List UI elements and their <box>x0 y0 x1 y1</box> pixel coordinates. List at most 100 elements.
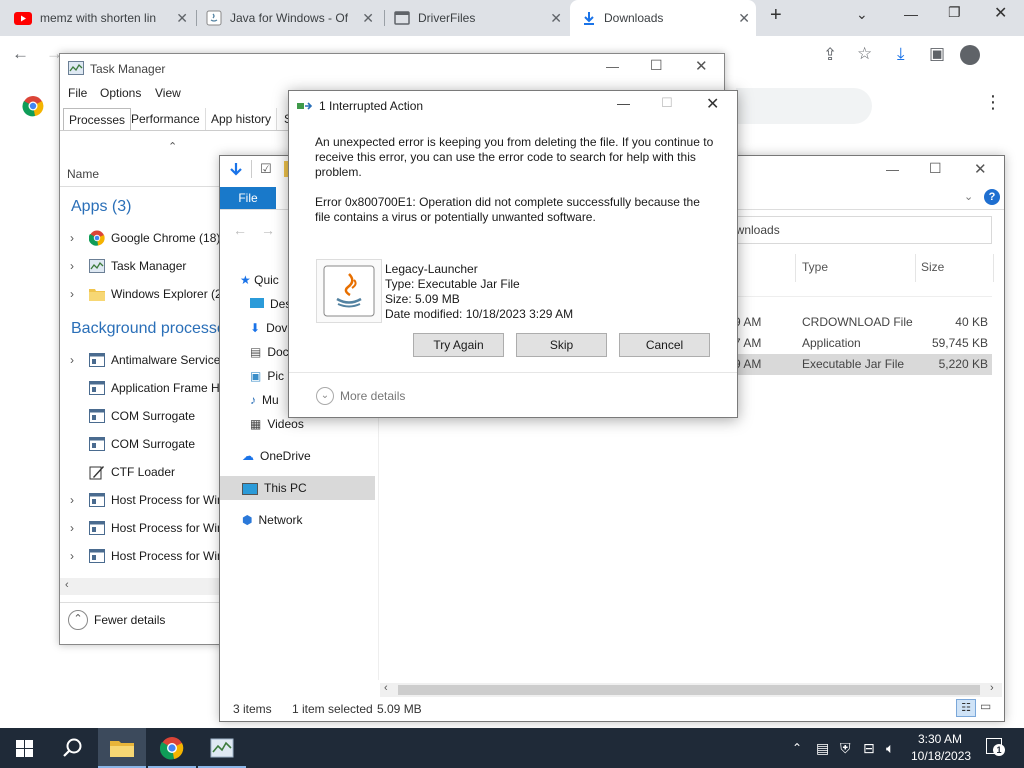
restore-icon[interactable]: ❐ <box>948 4 961 21</box>
nav-item-this-pc[interactable]: This PC <box>220 476 375 500</box>
nav-item-downloads[interactable]: ⬇ Dov <box>250 316 287 340</box>
expand-chevron-icon[interactable]: ⌄ <box>316 387 334 405</box>
collapse-chevron-icon[interactable]: ⌃ <box>68 610 88 630</box>
nav-item-quick-access[interactable]: ★ Quic <box>240 268 279 292</box>
scroll-right-icon[interactable]: › <box>990 682 994 694</box>
try-again-button[interactable]: Try Again <box>413 333 504 357</box>
security-warning-icon[interactable]: ⛨ <box>840 740 851 757</box>
process-row-explorer[interactable]: › Windows Explorer (2 <box>60 280 220 308</box>
process-row[interactable]: › Host Process for Win <box>60 486 220 514</box>
scrollbar-thumb[interactable] <box>398 685 980 695</box>
skip-button[interactable]: Skip <box>516 333 607 357</box>
fewer-details-link[interactable]: Fewer details <box>94 613 165 627</box>
close-tab-icon[interactable]: ✕ <box>738 10 750 27</box>
process-row[interactable]: COM Surrogate <box>60 430 220 458</box>
nav-item-documents[interactable]: ▤ Doc <box>250 340 289 364</box>
address-bar[interactable]: ownloads <box>710 216 992 244</box>
close-icon[interactable]: ✕ <box>706 94 719 114</box>
minimize-icon[interactable]: — <box>606 59 619 74</box>
profile-avatar[interactable] <box>960 45 980 65</box>
close-icon[interactable]: ✕ <box>695 57 708 75</box>
file-row[interactable]: 9 AM CRDOWNLOAD File 40 KB <box>720 312 992 333</box>
nav-item-music[interactable]: ♪ Mu <box>250 388 279 412</box>
browser-tab-youtube[interactable]: memz with shorten lin ✕ <box>14 0 194 36</box>
maximize-icon[interactable]: ☐ <box>650 57 663 74</box>
downloads-search-box[interactable] <box>736 88 872 124</box>
share-icon[interactable]: ⇪ <box>823 45 837 65</box>
nav-item-desktop[interactable]: Des <box>250 292 291 316</box>
notification-center-icon[interactable]: 1 <box>986 738 1005 756</box>
taskbar-taskmanager-button[interactable] <box>198 728 246 768</box>
more-details-link[interactable]: More details <box>340 389 405 403</box>
process-row[interactable]: › Host Process for Win <box>60 542 220 570</box>
nav-item-network[interactable]: ⬢ Network <box>242 508 303 532</box>
nav-item-onedrive[interactable]: ☁ OneDrive <box>242 444 311 468</box>
column-type[interactable]: Type <box>802 260 828 274</box>
process-row[interactable]: COM Surrogate <box>60 402 220 430</box>
process-row[interactable]: CTF Loader <box>60 458 220 486</box>
side-panel-icon[interactable]: ▣ <box>929 44 945 64</box>
horizontal-scrollbar[interactable]: ‹ › <box>380 682 1002 697</box>
clock-date[interactable]: 10/18/2023 <box>911 749 971 763</box>
start-button[interactable] <box>0 728 48 768</box>
new-tab-button[interactable]: + <box>770 4 782 27</box>
minimize-icon[interactable]: — <box>904 6 918 22</box>
process-row[interactable]: › Antimalware Service <box>60 346 220 374</box>
properties-icon[interactable]: ☑ <box>260 161 272 177</box>
close-icon[interactable]: ✕ <box>974 160 987 178</box>
minimize-icon[interactable]: — <box>886 162 899 177</box>
bookmark-star-icon[interactable]: ☆ <box>857 44 872 64</box>
expand-chevron-icon[interactable]: › <box>70 514 74 542</box>
taskbar-explorer-button[interactable] <box>98 728 146 768</box>
device-icon[interactable]: ▤ <box>816 740 829 757</box>
network-status-icon[interactable]: ⊟ <box>863 740 875 757</box>
process-row[interactable]: › Host Process for Win <box>60 514 220 542</box>
expand-chevron-icon[interactable]: › <box>70 280 74 308</box>
scroll-left-icon[interactable]: ‹ <box>384 682 388 694</box>
close-icon[interactable]: ✕ <box>994 3 1007 23</box>
expand-chevron-icon[interactable]: › <box>70 486 74 514</box>
close-tab-icon[interactable]: ✕ <box>550 10 562 27</box>
maximize-icon[interactable]: ☐ <box>929 160 942 177</box>
back-icon[interactable]: ← <box>233 222 247 238</box>
scroll-left-icon[interactable]: ‹ <box>65 579 69 591</box>
close-tab-icon[interactable]: ✕ <box>176 10 188 27</box>
menu-view[interactable]: View <box>155 86 181 100</box>
expand-chevron-icon[interactable]: › <box>70 542 74 570</box>
column-name[interactable]: Name <box>67 167 99 181</box>
horizontal-scrollbar[interactable]: ‹ <box>60 578 220 595</box>
browser-tab-driverfiles[interactable]: DriverFiles ✕ <box>394 0 568 36</box>
menu-file[interactable]: File <box>68 86 87 100</box>
tab-processes[interactable]: Processes <box>63 108 132 131</box>
expand-chevron-icon[interactable]: › <box>70 224 74 252</box>
ribbon-expand-icon[interactable]: ⌄ <box>964 190 973 203</box>
process-row-taskmanager[interactable]: › Task Manager <box>60 252 220 280</box>
taskbar-chrome-button[interactable] <box>148 728 196 768</box>
cancel-button[interactable]: Cancel <box>619 333 710 357</box>
browser-tab-downloads[interactable]: Downloads ✕ <box>570 0 756 36</box>
menu-options[interactable]: Options <box>100 86 141 100</box>
file-row[interactable]: 7 AM Application 59,745 KB <box>720 333 992 354</box>
more-menu-icon[interactable]: ⋮ <box>984 92 1002 113</box>
expand-chevron-icon[interactable]: › <box>70 346 74 374</box>
process-row[interactable]: Application Frame H <box>60 374 220 402</box>
help-icon[interactable]: ? <box>984 189 1000 205</box>
minimize-icon[interactable]: — <box>617 96 630 111</box>
nav-item-pictures[interactable]: ▣ Pic <box>250 364 284 388</box>
ribbon-file-tab[interactable]: File <box>220 187 276 209</box>
show-hidden-icons-chevron[interactable]: ⌃ <box>792 741 802 755</box>
tab-app-history[interactable]: App history <box>206 108 278 130</box>
search-button[interactable] <box>48 728 96 768</box>
clock-time[interactable]: 3:30 AM <box>918 732 962 746</box>
file-row-selected[interactable]: 9 AM Executable Jar File 5,220 KB <box>720 354 992 375</box>
large-icons-view-icon[interactable]: ▭ <box>980 699 991 713</box>
column-size[interactable]: Size <box>921 260 944 274</box>
volume-muted-icon[interactable]: 🔈︎ <box>886 740 894 757</box>
forward-icon[interactable]: → <box>261 222 275 238</box>
details-view-icon[interactable]: ☷ <box>956 699 976 717</box>
back-icon[interactable]: ← <box>12 44 29 64</box>
tab-search-icon[interactable]: ⌄ <box>856 6 868 23</box>
browser-tab-java[interactable]: Java for Windows - Of ✕ <box>206 0 380 36</box>
process-row-chrome[interactable]: › Google Chrome (18) <box>60 224 220 252</box>
tab-performance[interactable]: Performance <box>126 108 206 130</box>
